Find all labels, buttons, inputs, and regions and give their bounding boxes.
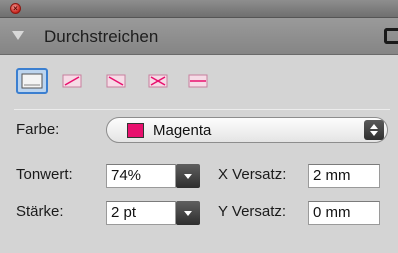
window-titlebar: × bbox=[0, 0, 398, 18]
farbe-select[interactable]: Magenta bbox=[106, 117, 388, 143]
strike-diagonal-down-icon bbox=[106, 74, 126, 88]
strike-cross-icon bbox=[148, 74, 168, 88]
strike-style-toolbar bbox=[0, 55, 398, 107]
strike-none-icon bbox=[21, 73, 43, 89]
tonwert-dropdown-button[interactable] bbox=[176, 164, 200, 188]
panel-title: Durchstreichen bbox=[44, 27, 159, 46]
staerke-label: Stärke: bbox=[16, 203, 64, 220]
x-versatz-label: X Versatz: bbox=[218, 166, 287, 183]
staerke-field[interactable]: 2 pt bbox=[106, 201, 176, 225]
strike-diagonal-down-button[interactable] bbox=[100, 68, 132, 94]
panel-menu-icon[interactable] bbox=[384, 28, 398, 44]
farbe-value: Magenta bbox=[153, 122, 212, 139]
divider bbox=[14, 109, 390, 110]
tonwert-field[interactable]: 74% bbox=[106, 164, 176, 188]
panel-header[interactable]: Durchstreichen bbox=[0, 18, 398, 55]
select-stepper-icon[interactable] bbox=[364, 120, 384, 140]
triangle-down-icon[interactable] bbox=[12, 31, 24, 40]
y-versatz-field[interactable]: 0 mm bbox=[308, 201, 380, 225]
strike-diagonal-up-icon bbox=[62, 74, 82, 88]
strike-none-button[interactable] bbox=[16, 68, 48, 94]
farbe-label: Farbe: bbox=[16, 121, 60, 138]
close-icon[interactable]: × bbox=[10, 3, 21, 14]
strike-cross-button[interactable] bbox=[142, 68, 174, 94]
x-versatz-field[interactable]: 2 mm bbox=[308, 164, 380, 188]
strike-horizontal-button[interactable] bbox=[182, 68, 214, 94]
strike-diagonal-up-button[interactable] bbox=[56, 68, 88, 94]
y-versatz-label: Y Versatz: bbox=[218, 203, 287, 220]
staerke-dropdown-button[interactable] bbox=[176, 201, 200, 225]
chevron-down-icon bbox=[184, 173, 192, 179]
panel-footer bbox=[0, 232, 398, 253]
color-swatch bbox=[127, 123, 144, 138]
tonwert-label: Tonwert: bbox=[16, 166, 73, 183]
strike-horizontal-icon bbox=[188, 74, 208, 88]
chevron-down-icon bbox=[184, 210, 192, 216]
